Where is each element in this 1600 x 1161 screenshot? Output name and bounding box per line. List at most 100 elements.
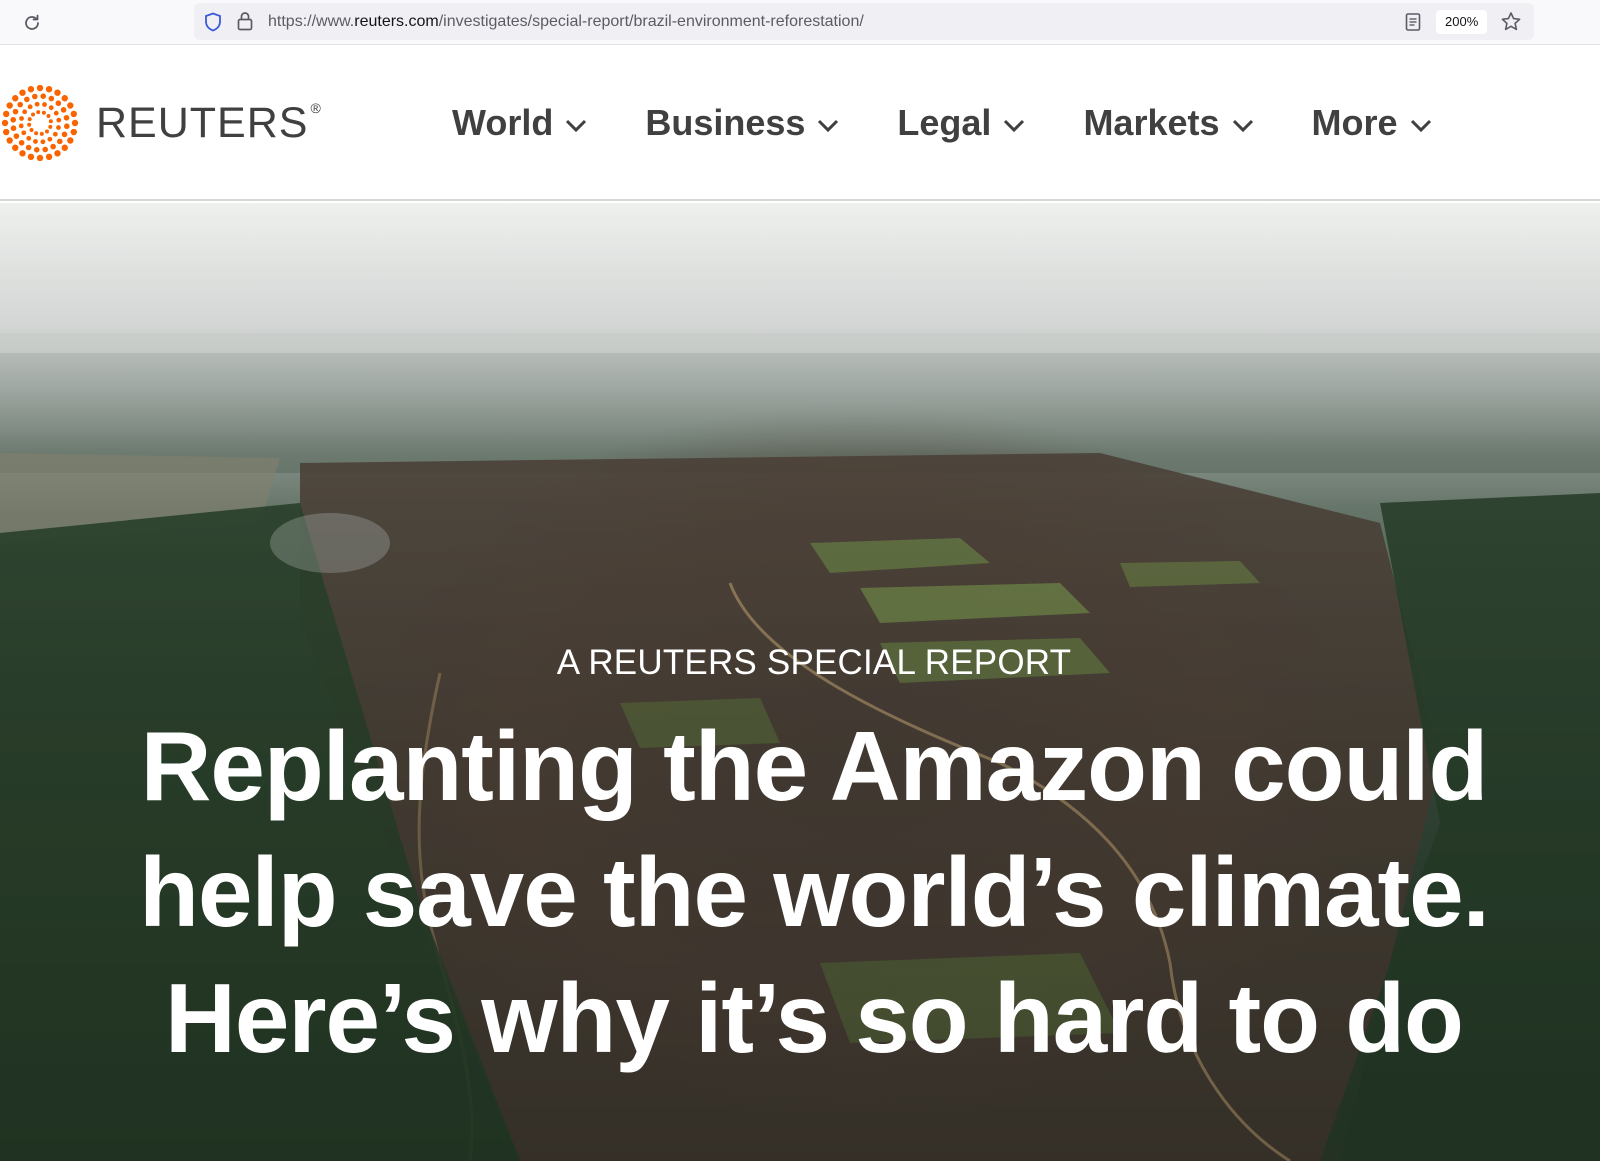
logo-dot [27, 104, 33, 110]
logo-dot [1, 119, 9, 127]
logo-dot [54, 89, 61, 96]
url-text[interactable]: https://www.reuters.com/investigates/spe… [268, 13, 864, 31]
nav-item-label: Markets [1083, 102, 1220, 143]
logo-dot [34, 101, 40, 107]
logo-dot [45, 153, 53, 161]
address-bar[interactable]: https://www.reuters.com/investigates/spe… [194, 3, 1534, 40]
logo-dot [60, 107, 67, 113]
logo-dot [41, 110, 46, 115]
lock-icon[interactable] [236, 11, 254, 36]
logo-dot [29, 127, 34, 132]
logo-dot [24, 96, 30, 103]
nav-item-label: Legal [897, 102, 992, 143]
chevron-down-icon [818, 119, 839, 133]
url-domain: reuters.com [354, 13, 439, 30]
logo-dot [18, 139, 25, 146]
logo-dot [53, 110, 59, 116]
headline-line: help save the world’s climate. [139, 837, 1490, 947]
logo-dot [18, 123, 24, 129]
logo-dot [31, 112, 36, 117]
logo-dot [47, 136, 53, 142]
reload-icon[interactable] [20, 11, 44, 35]
headline: Replanting the Amazon could help save th… [100, 703, 1528, 1081]
logo-dot [45, 85, 53, 93]
url-path: /investigates/special-report/brazil-envi… [438, 13, 864, 30]
logo-dot [44, 129, 49, 134]
logo-dot [55, 100, 62, 107]
headline-line: Here’s why it’s so hard to do [165, 963, 1464, 1073]
logo-dot [17, 101, 24, 108]
logo-dot [40, 139, 46, 145]
logo-dot [48, 124, 53, 129]
logo-dot [21, 130, 27, 136]
logo-dot [6, 102, 13, 109]
hero-section: A REUTERS SPECIAL REPORT Replanting the … [0, 203, 1600, 1161]
logo-dot [56, 117, 62, 123]
nav-item-world[interactable]: World [452, 102, 587, 144]
logo-dot [46, 114, 51, 119]
logo-dot [27, 85, 35, 93]
report-kicker: A REUTERS SPECIAL REPORT [556, 643, 1072, 682]
logo-dot [13, 133, 20, 139]
logo-dot [2, 110, 10, 118]
zoom-level-button[interactable]: 200% [1436, 10, 1488, 34]
site-header: REUTERS ® World Business Legal Markets Mo… [0, 45, 1600, 201]
logo-dot [56, 138, 63, 145]
nav-item-label: World [452, 102, 554, 143]
logo-dot [33, 139, 38, 144]
shield-icon[interactable] [204, 12, 222, 37]
chevron-down-icon [566, 119, 587, 133]
headline-line: Replanting the Amazon could [140, 711, 1489, 821]
url-prefix: https://www. [268, 13, 355, 30]
logo-dot [50, 143, 56, 150]
logo-dot [27, 153, 35, 161]
logo-dot [34, 131, 39, 136]
logo-dot [12, 95, 19, 102]
logo-dot [67, 137, 74, 144]
logo-dot [48, 119, 53, 124]
logo-dot [63, 114, 70, 121]
logo-dot [19, 150, 26, 157]
bookmark-star-icon[interactable] [1499, 10, 1523, 39]
nav-item-legal[interactable]: Legal [897, 102, 1025, 144]
logo-dot [70, 110, 78, 118]
logo-dot [70, 128, 78, 136]
logo-dot [25, 144, 32, 151]
logo-dot [27, 122, 32, 127]
logo-dot [36, 154, 44, 161]
logo-wordmark: REUTERS ® [96, 99, 322, 148]
logo-dot [19, 116, 24, 121]
logo-dot [67, 102, 74, 109]
logo-dot [2, 128, 10, 136]
logo-dot [61, 95, 68, 102]
logo-dot [22, 109, 28, 115]
logo-dot [36, 85, 44, 92]
chevron-down-icon [1410, 119, 1431, 133]
logo-dot [26, 135, 32, 141]
nav-item-label: More [1311, 102, 1398, 143]
logo-dot [39, 131, 44, 136]
logo-text: REUTERS [96, 98, 309, 147]
nav-item-more[interactable]: More [1312, 102, 1432, 144]
logo-dot [10, 116, 16, 123]
reuters-logo-icon [1, 85, 79, 161]
logo-dot [40, 93, 47, 99]
logo-dot [10, 125, 17, 132]
nav-item-business[interactable]: Business [645, 102, 839, 144]
reuters-logo[interactable]: REUTERS ® [0, 85, 322, 161]
browser-toolbar: https://www.reuters.com/investigates/spe… [0, 0, 1600, 45]
logo-dot [42, 146, 49, 153]
logo-registered: ® [310, 99, 322, 116]
logo-dot [48, 105, 54, 111]
logo-dot [56, 125, 61, 130]
logo-dot [33, 147, 40, 153]
logo-dot [71, 119, 79, 127]
nav-item-markets[interactable]: Markets [1083, 102, 1253, 144]
logo-dot [31, 93, 38, 100]
reader-view-icon[interactable] [1404, 12, 1422, 37]
logo-dot [48, 95, 55, 102]
logo-dot [12, 108, 19, 115]
logo-dot [36, 110, 41, 115]
logo-dot [64, 123, 70, 130]
logo-dot [61, 131, 68, 138]
